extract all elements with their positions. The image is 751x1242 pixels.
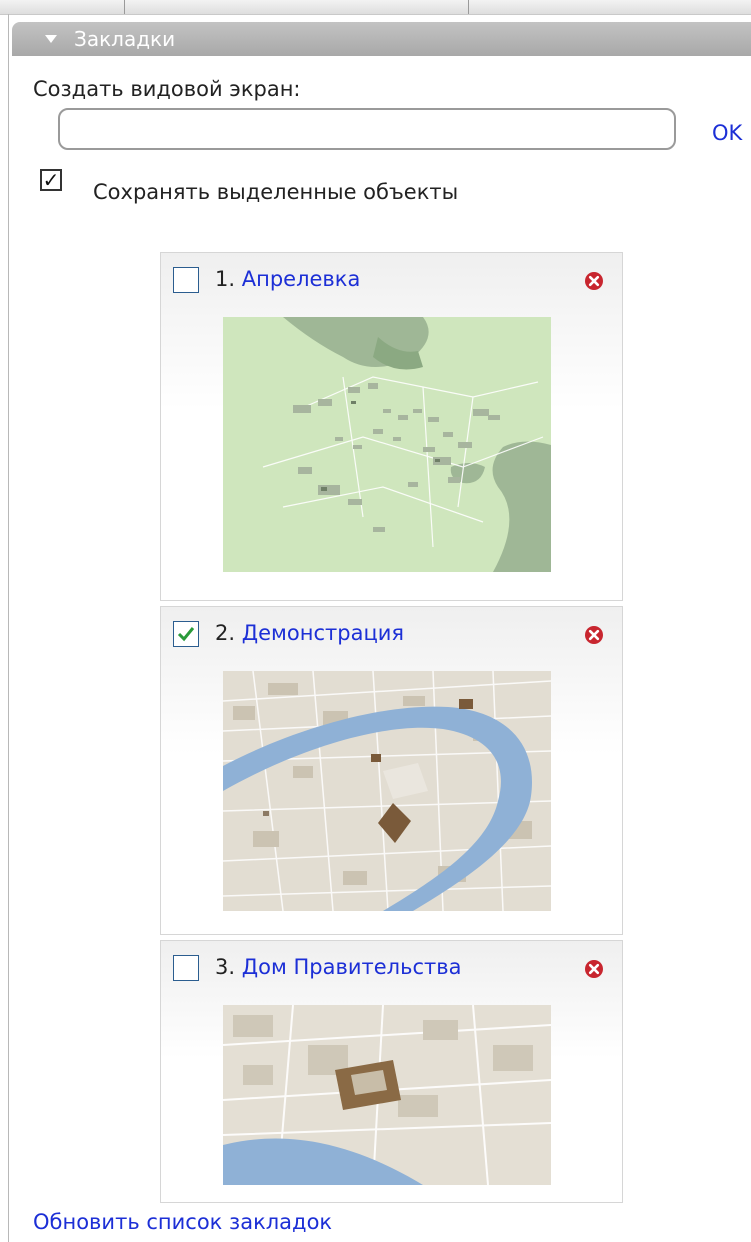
bookmark-name-link[interactable]: Апрелевка xyxy=(242,267,361,291)
bookmark-name-link[interactable]: Демонстрация xyxy=(242,621,404,645)
bookmark-checkbox[interactable] xyxy=(173,955,199,981)
map-thumbnail-government[interactable] xyxy=(223,1005,551,1185)
toolbar-separator xyxy=(124,0,125,14)
collapse-triangle-icon[interactable] xyxy=(45,35,57,43)
bookmark-number: 2. xyxy=(215,621,236,645)
keep-selection-checkbox[interactable]: ✓ xyxy=(40,169,62,191)
bookmark-checkbox[interactable] xyxy=(173,267,199,293)
panel-left-border xyxy=(8,14,9,1242)
bookmark-checkbox[interactable] xyxy=(173,621,199,647)
bookmark-name-link[interactable]: Дом Правительства xyxy=(242,955,462,979)
bookmark-title: 1. Апрелевка xyxy=(215,267,360,291)
bookmark-number: 1. xyxy=(215,267,236,291)
bookmark-item: 1. Апрелевка xyxy=(160,252,623,601)
ok-link[interactable]: OK xyxy=(712,121,742,145)
refresh-bookmarks-link[interactable]: Обновить список закладок xyxy=(33,1210,332,1234)
keep-selection-label: Сохранять выделенные объекты xyxy=(93,180,459,204)
bookmark-item: 3. Дом Правительства xyxy=(160,940,623,1203)
map-thumbnail-green[interactable] xyxy=(223,317,551,572)
bookmark-title: 2. Демонстрация xyxy=(215,621,404,645)
toolbar-separator xyxy=(468,0,469,14)
bookmark-item: 2. Демонстрация xyxy=(160,606,623,935)
panel-title: Закладки xyxy=(74,27,176,51)
bookmark-number: 3. xyxy=(215,955,236,979)
bookmarks-panel-header[interactable]: Закладки xyxy=(12,22,751,56)
viewport-name-input[interactable] xyxy=(58,108,676,150)
checkmark-icon xyxy=(177,627,195,642)
delete-icon[interactable] xyxy=(584,271,604,291)
create-viewport-label: Создать видовой экран: xyxy=(33,77,301,101)
delete-icon[interactable] xyxy=(584,625,604,645)
top-toolbar-strip xyxy=(0,0,751,15)
bookmark-title: 3. Дом Правительства xyxy=(215,955,462,979)
delete-icon[interactable] xyxy=(584,959,604,979)
map-thumbnail-river[interactable] xyxy=(223,671,551,911)
